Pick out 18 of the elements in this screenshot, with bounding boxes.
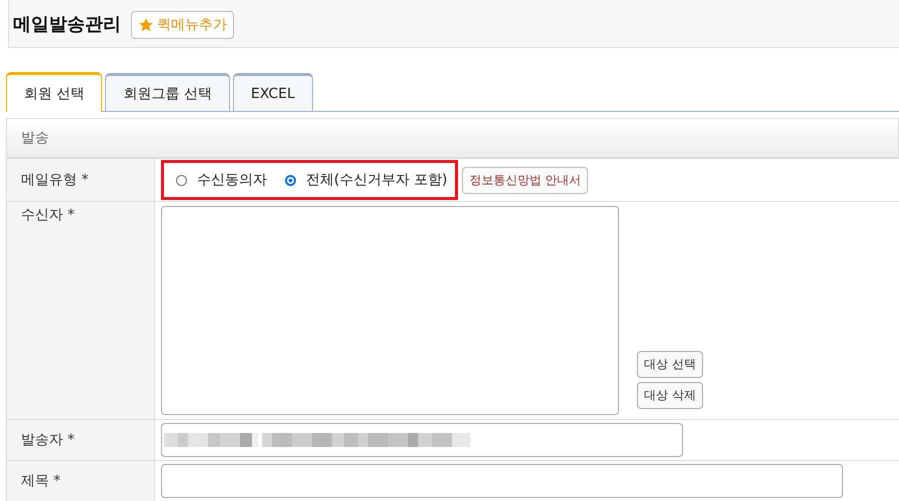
tab[interactable]: EXCEL <box>232 73 313 111</box>
recipient-list-field[interactable] <box>161 206 619 415</box>
section-title: 발송 <box>21 129 49 147</box>
star-icon <box>138 16 154 32</box>
page-title: 메일발송관리 <box>13 12 121 36</box>
radio-option[interactable]: 전체(수신거부자 포함) <box>285 171 448 189</box>
target-button[interactable]: 대상 선택 <box>637 351 703 378</box>
tab[interactable]: 회원 선택 <box>6 72 102 112</box>
subject-field[interactable] <box>161 464 843 498</box>
radio-option[interactable]: 수신동의자 <box>176 171 267 189</box>
field-label: 발송자 * <box>6 420 155 461</box>
sender-field[interactable] <box>161 423 683 457</box>
tab[interactable]: 회원그룹 선택 <box>105 73 230 111</box>
field-label: 메일유형 * <box>6 159 155 202</box>
field-label: 제목 * <box>6 461 155 501</box>
guide-button[interactable]: 정보통신망법 안내서 <box>462 166 588 194</box>
target-button[interactable]: 대상 삭제 <box>637 382 703 409</box>
field-label: 수신자 * <box>6 202 155 420</box>
